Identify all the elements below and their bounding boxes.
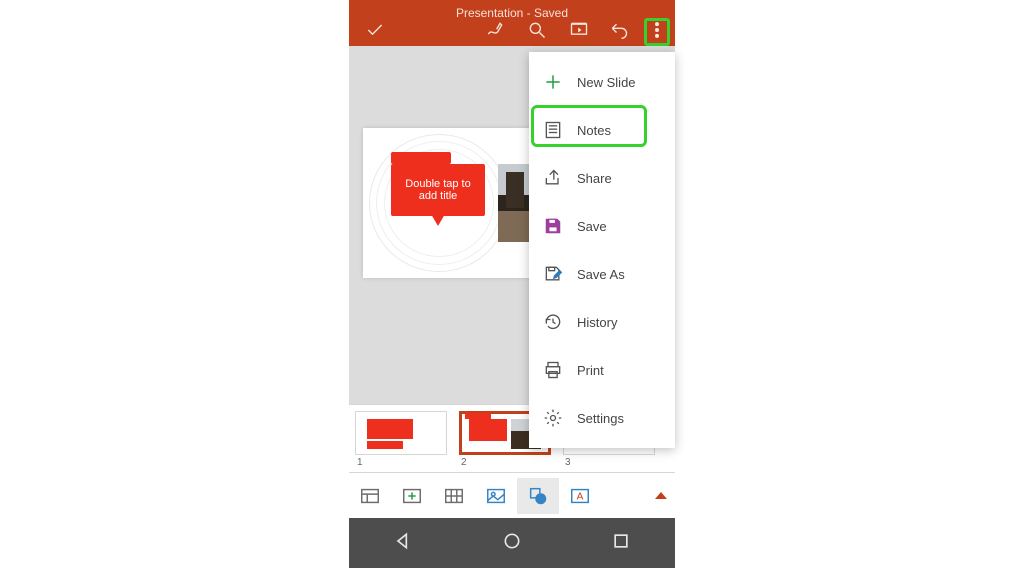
layout-tool-icon[interactable] [349, 478, 391, 514]
table-tool-icon[interactable] [433, 478, 475, 514]
shapes-tool-icon[interactable] [517, 478, 559, 514]
thumb-number: 2 [461, 457, 467, 468]
menu-item-history[interactable]: History [529, 298, 675, 346]
menu-label: Settings [577, 411, 661, 426]
thumb-number: 1 [357, 457, 363, 468]
new-slide-tool-icon[interactable] [391, 478, 433, 514]
slide-thumbnail-1[interactable] [355, 411, 447, 455]
menu-label: Save [577, 219, 661, 234]
more-menu-icon[interactable] [645, 18, 669, 42]
present-icon[interactable] [567, 18, 591, 42]
expand-ribbon-icon[interactable] [655, 492, 667, 499]
done-check-icon[interactable] [363, 18, 387, 42]
callout-tail-icon [431, 214, 445, 226]
undo-icon[interactable] [607, 18, 631, 42]
menu-label: Notes [577, 123, 661, 138]
search-icon[interactable] [525, 18, 549, 42]
menu-item-save[interactable]: Save [529, 202, 675, 250]
app-title-bar: Presentation - Saved [349, 0, 675, 46]
menu-item-settings[interactable]: Settings [529, 394, 675, 442]
title-placeholder[interactable]: Double tap to add title [391, 164, 485, 216]
menu-item-notes[interactable]: Notes [529, 106, 675, 154]
nav-home-icon[interactable] [502, 531, 522, 556]
menu-item-save-as[interactable]: Save As [529, 250, 675, 298]
menu-label: Save As [577, 267, 661, 282]
toolbar-row [349, 18, 675, 42]
thumb-number: 3 [565, 457, 571, 468]
ribbon-quick-tools: A [349, 472, 675, 518]
svg-text:A: A [577, 491, 584, 502]
picture-tool-icon[interactable] [475, 478, 517, 514]
nav-recent-icon[interactable] [611, 531, 631, 556]
menu-label: History [577, 315, 661, 330]
slide-decor-bar [391, 152, 451, 164]
menu-label: Share [577, 171, 661, 186]
textbox-tool-icon[interactable]: A [559, 478, 601, 514]
android-nav-bar [349, 518, 675, 568]
ink-pen-icon[interactable] [483, 18, 507, 42]
menu-label: New Slide [577, 75, 661, 90]
nav-back-icon[interactable] [393, 531, 413, 556]
menu-label: Print [577, 363, 661, 378]
menu-item-print[interactable]: Print [529, 346, 675, 394]
overflow-menu: New Slide Notes Share Save Save As Histo… [529, 52, 675, 448]
menu-item-share[interactable]: Share [529, 154, 675, 202]
menu-item-new-slide[interactable]: New Slide [529, 58, 675, 106]
